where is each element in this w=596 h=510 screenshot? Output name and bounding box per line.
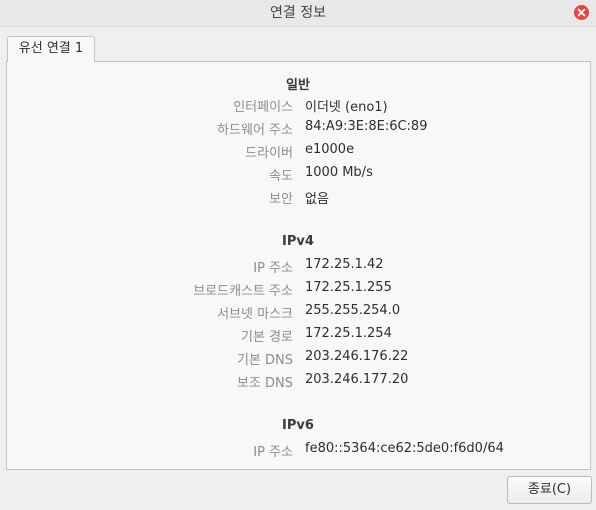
titlebar[interactable]: 연결 정보 [0,0,596,27]
ipv4-default-route-label: 기본 경로 [241,330,293,345]
section-ipv6-heading: IPv6 [282,418,314,433]
ipv4-broadcast-value: 172.25.1.255 [305,280,392,295]
window-title: 연결 정보 [270,5,326,21]
ipv4-secondary-dns-value: 203.246.177.20 [305,372,409,387]
section-ipv4-heading: IPv4 [282,234,314,249]
ipv6-ip-address-value: fe80::5364:ce62:5de0:f6d0/64 [305,441,504,456]
tab-wired-connection-1[interactable]: 유선 연결 1 [7,36,95,62]
general-interface-value: 이더넷 (eno1) [305,100,388,115]
ipv4-broadcast-label: 브로드캐스트 주소 [193,284,293,299]
connection-info-window: 연결 정보 유선 연결 1 일반 인터페이스 이더넷 (eno1) 하드웨어 주… [0,0,596,510]
ipv4-primary-dns-value: 203.246.176.22 [305,349,409,364]
general-interface-label: 인터페이스 [233,100,293,115]
general-driver-label: 드라이버 [245,146,293,161]
section-general-heading: 일반 [286,78,310,93]
ipv4-subnet-mask-label: 서브넷 마스크 [217,307,293,322]
general-speed-label: 속도 [269,169,293,184]
ipv4-ip-address-value: 172.25.1.42 [305,257,384,272]
close-icon [577,8,586,17]
general-security-value: 없음 [305,192,329,207]
general-security-label: 보안 [269,192,293,207]
connection-details-panel [6,61,591,470]
close-button[interactable]: 종료(C) [507,476,592,504]
ipv6-ip-address-label: IP 주소 [253,445,293,460]
ipv4-primary-dns-label: 기본 DNS [236,353,293,368]
general-hardware-address-label: 하드웨어 주소 [217,123,293,138]
ipv4-default-route-value: 172.25.1.254 [305,326,392,341]
ipv4-subnet-mask-value: 255.255.254.0 [305,303,401,318]
general-hardware-address-value: 84:A9:3E:8E:6C:89 [305,119,428,134]
ipv4-secondary-dns-label: 보조 DNS [236,376,293,391]
ipv4-ip-address-label: IP 주소 [253,261,293,276]
general-speed-value: 1000 Mb/s [305,165,373,180]
general-driver-value: e1000e [305,142,355,157]
titlebar-close-button[interactable] [574,5,589,20]
